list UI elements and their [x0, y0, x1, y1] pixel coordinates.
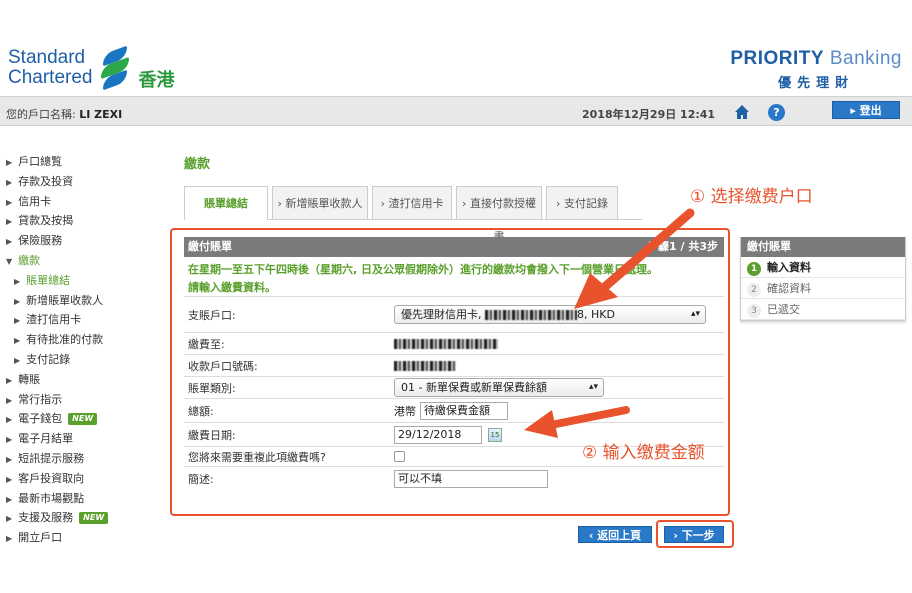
logout-label: 登出	[859, 104, 882, 117]
annotation-arrow-icon	[574, 208, 695, 309]
account-label: 您的戶口名稱:	[6, 108, 76, 121]
nav-item-market-views[interactable]: ▶ 最新市場觀點	[6, 489, 166, 509]
account-name-display: 您的戶口名稱: LI ZEXI	[6, 106, 122, 122]
nav-item-e-statement[interactable]: ▶ 電子月結單	[6, 429, 166, 449]
tab-bill-summary[interactable]: 賬單總結	[184, 186, 268, 220]
left-nav: ▶ 戶口總覧 ▶ 存款及投資 ▶ 信用卡 ▶ 貸款及按揭 ▶ 保險服務 ▼ 繳款 ▶ 賬單總結…	[6, 152, 166, 548]
nav-item-standing-instructions[interactable]: ▶ 常行指示	[6, 390, 166, 410]
nav-subitem-add-payee[interactable]: ▶ 新增賬單收款人	[6, 291, 166, 311]
nav-item-e-wallet[interactable]: ▶ 電子錢包 NEW	[6, 409, 166, 429]
user-bar: 您的戶口名稱: LI ZEXI 2018年12月29日 12:41 ? ▸ 登出	[0, 96, 912, 126]
nav-item-credit-card[interactable]: ▶ 信用卡	[6, 192, 166, 212]
nav-item-risk-profile[interactable]: ▶ 客戶投資取向	[6, 469, 166, 489]
priority-light: Banking	[829, 48, 902, 69]
nav-item-accounts[interactable]: ▶ 戶口總覧	[6, 152, 166, 172]
nav-item-payments[interactable]: ▼ 繳款	[6, 251, 166, 271]
annotation-next-highlight	[656, 520, 734, 548]
tab-sc-credit-card[interactable]: › 渣打信用卡	[372, 186, 452, 219]
tab-direct-debit[interactable]: › 直接付款授權書	[456, 186, 542, 243]
logo-line2: Chartered	[8, 67, 93, 88]
nav-item-transfer[interactable]: ▶ 轉賬	[6, 370, 166, 390]
priority-sub: 優先理財	[778, 76, 855, 91]
step-panel-title: 繳付賬單	[741, 237, 905, 257]
new-badge: NEW	[68, 413, 98, 426]
annotation-note-select-account: ① 选择缴费户口	[690, 187, 813, 207]
home-icon[interactable]	[734, 104, 750, 120]
logo-wordmark: Standard Chartered	[8, 48, 93, 88]
nav-item-support[interactable]: ▶ 支援及服務 NEW	[6, 508, 166, 528]
bank-logo: Standard Chartered 香港	[8, 44, 175, 92]
nav-item-deposits[interactable]: ▶ 存款及投資	[6, 172, 166, 192]
nav-subitem-history[interactable]: ▶ 支付記錄	[6, 350, 166, 370]
step-progress-panel: 繳付賬單 1 輸入資料 2 確認資料 3 已遞交	[740, 237, 906, 321]
annotation-arrow-icon	[524, 406, 630, 438]
logo-mark-icon	[99, 45, 133, 91]
priority-bold: PRIORITY	[730, 48, 825, 69]
step-item-confirm: 2 確認資料	[741, 278, 905, 299]
bottom-fade	[0, 555, 912, 593]
nav-item-insurance[interactable]: ▶ 保險服務	[6, 231, 166, 251]
new-badge: NEW	[79, 512, 109, 525]
nav-subitem-sc-credit-card[interactable]: ▶ 渣打信用卡	[6, 310, 166, 330]
priority-banking-logo: PRIORITY Banking 優先理財	[730, 48, 902, 91]
account-name: LI ZEXI	[79, 108, 123, 121]
nav-item-open-account[interactable]: ▶ 開立戶口	[6, 528, 166, 548]
tab-add-payee[interactable]: › 新增賬單收款人	[272, 186, 368, 219]
page-title: 繳款	[184, 157, 211, 172]
back-button[interactable]: ‹ 返回上頁	[578, 526, 652, 543]
nav-item-loans[interactable]: ▶ 貸款及按揭	[6, 211, 166, 231]
logout-button[interactable]: ▸ 登出	[832, 101, 900, 119]
help-icon[interactable]: ?	[768, 104, 785, 121]
step-item-submitted: 3 已遞交	[741, 299, 905, 320]
nav-subitem-pending[interactable]: ▶ 有待批准的付款	[6, 330, 166, 350]
logo-line1: Standard	[8, 47, 86, 68]
step-item-input: 1 輸入資料	[741, 257, 905, 278]
datetime: 2018年12月29日 12:41	[582, 108, 716, 121]
logo-region: 香港	[138, 70, 175, 91]
nav-subitem-bill-summary[interactable]: ▶ 賬單總結	[6, 271, 166, 291]
nav-item-sms-alerts[interactable]: ▶ 短訊提示服務	[6, 449, 166, 469]
